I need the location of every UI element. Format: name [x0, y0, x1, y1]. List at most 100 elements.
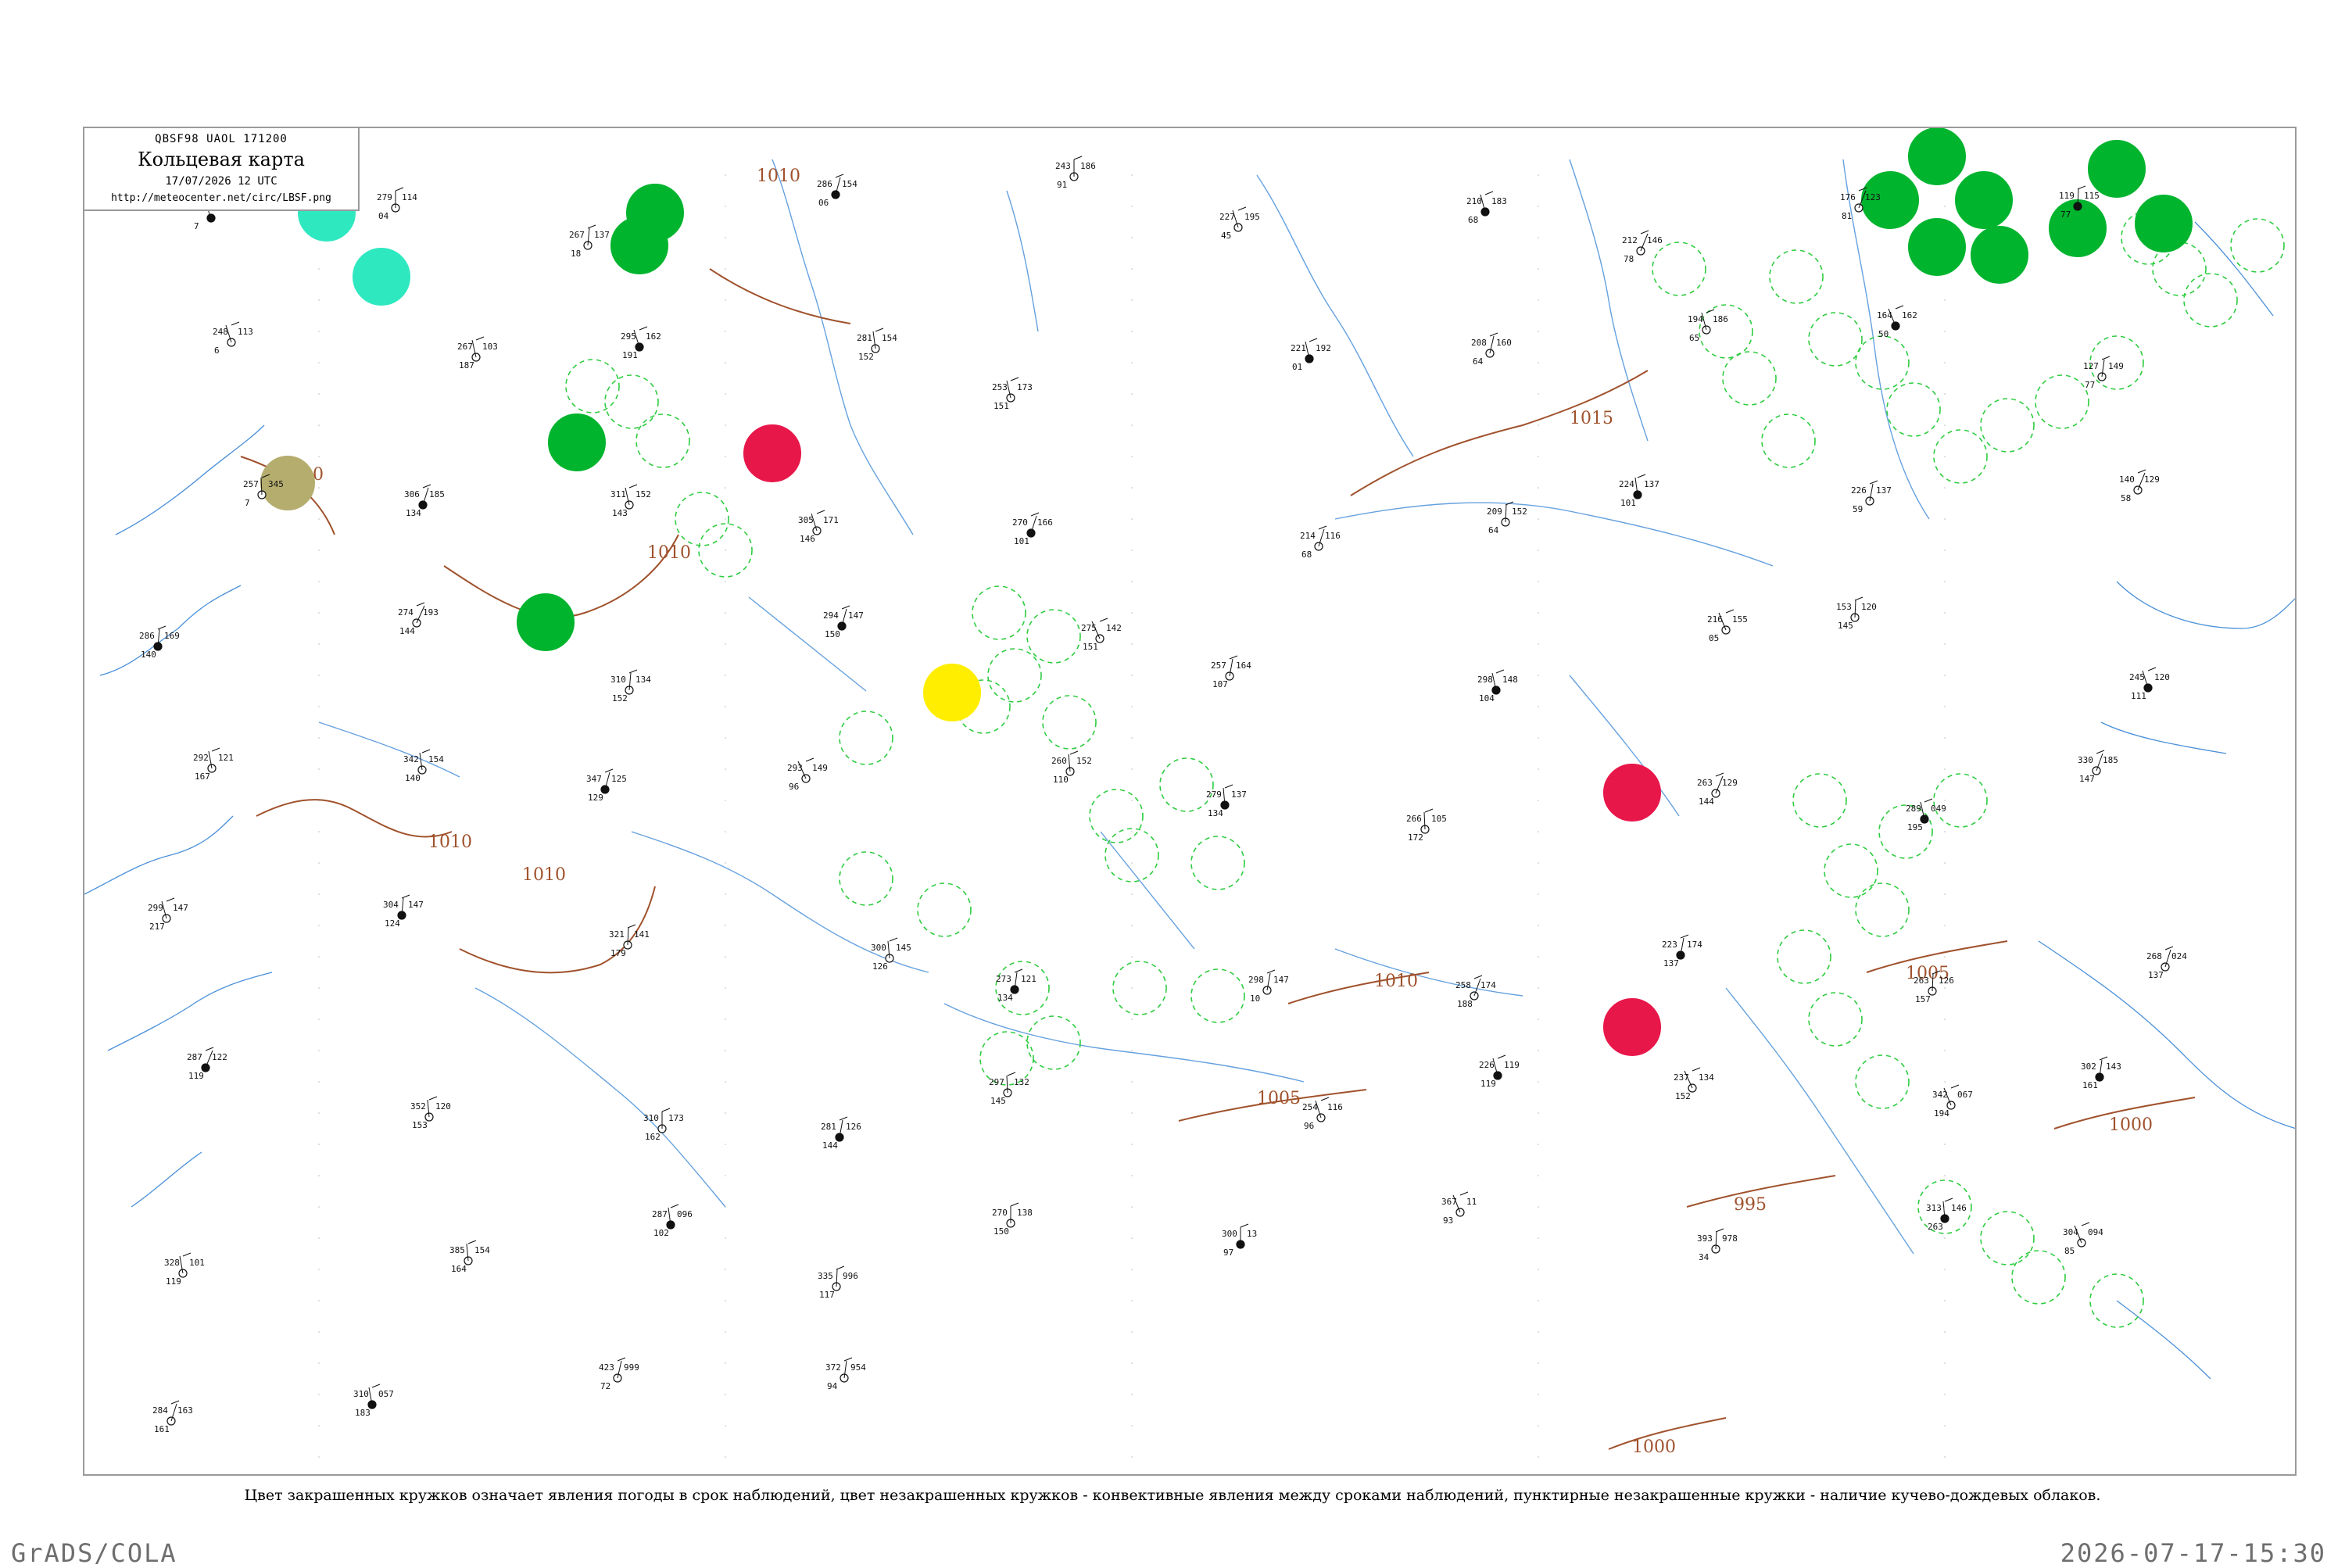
wind-feather-icon — [805, 757, 814, 762]
station-plot: 209 152 64 — [1487, 501, 1527, 535]
rain-mark-14 — [1908, 218, 1966, 276]
station-temperature: 298 — [1477, 675, 1493, 685]
station-dewpoint: 68 — [1301, 550, 1312, 560]
station-dewpoint: 68 — [1468, 215, 1478, 225]
graticule-dot — [1131, 768, 1133, 770]
station-plot: 275 142 151 — [1081, 618, 1122, 652]
graticule-dot — [1131, 456, 1133, 457]
station-temperature: 321 — [609, 929, 625, 940]
cb-ring-20 — [1855, 335, 1910, 390]
graticule-dot — [318, 893, 320, 895]
wind-feather-icon — [475, 336, 485, 341]
graticule-dot — [1538, 581, 1539, 582]
graticule-dot — [1538, 268, 1539, 270]
station-plot: 273 121 134 — [996, 968, 1036, 1003]
graticule-dot — [1944, 893, 1946, 895]
station-dewpoint: 102 — [653, 1228, 669, 1238]
graticule-dot — [725, 1456, 726, 1458]
station-pressure: 345 — [268, 479, 284, 489]
cb-ring-0 — [565, 359, 620, 413]
wind-feather-icon — [1069, 750, 1079, 755]
graticule-dot — [1538, 1331, 1539, 1333]
graticule-dot — [318, 1018, 320, 1020]
station-dewpoint: 217 — [149, 922, 165, 932]
rain-mark-2 — [548, 413, 606, 471]
station-dewpoint: 59 — [1853, 504, 1863, 514]
station-dewpoint: 85 — [2064, 1246, 2075, 1256]
station-pressure: 132 — [1014, 1077, 1029, 1087]
station-dewpoint: 50 — [1878, 329, 1889, 339]
station-dewpoint: 147 — [2079, 774, 2095, 784]
graticule-dot — [725, 581, 726, 582]
station-dewpoint: 93 — [1443, 1215, 1453, 1226]
station-dewpoint: 94 — [827, 1381, 838, 1391]
wind-feather-icon — [1497, 1054, 1506, 1059]
station-plot: 289 049 195 — [1906, 798, 1946, 832]
station-temperature: 214 — [1300, 531, 1316, 541]
station-plot: 299 147 217 — [148, 897, 188, 932]
graticule-dot — [1538, 675, 1539, 676]
station-temperature: 226 — [1479, 1060, 1495, 1070]
station-pressure: 120 — [435, 1101, 451, 1112]
wind-feather-icon — [2099, 1056, 2108, 1061]
graticule-dot — [1131, 487, 1133, 489]
station-dewpoint: 151 — [993, 401, 1009, 411]
graticule-dot — [318, 518, 320, 520]
isobar-label-7: 1005 — [1257, 1089, 1301, 1108]
graticule-dot — [1131, 268, 1133, 270]
wind-feather-icon — [1229, 655, 1238, 660]
graticule-dot — [1131, 1300, 1133, 1301]
graticule-dot — [318, 768, 320, 770]
cb-ring-39 — [1112, 961, 1167, 1015]
wind-feather-icon — [422, 484, 431, 489]
station-temperature: 310 — [353, 1389, 369, 1399]
cb-ring-16 — [1722, 351, 1777, 406]
wind-feather-icon — [1869, 480, 1878, 485]
station-temperature: 393 — [1697, 1233, 1713, 1244]
station-pressure: 154 — [882, 333, 897, 343]
station-pressure: 114 — [402, 192, 417, 202]
station-plot: 310 057 183 — [353, 1384, 394, 1418]
station-dewpoint: 110 — [1053, 775, 1069, 785]
graticule-dot — [1131, 800, 1133, 801]
graticule-dot — [725, 987, 726, 989]
station-pressure: 137 — [1644, 479, 1659, 489]
station-plot: 302 143 161 — [2081, 1056, 2121, 1090]
station-dewpoint: 164 — [451, 1264, 467, 1274]
station-plot: 304 147 124 — [383, 894, 424, 929]
graticule-dot — [318, 1362, 320, 1364]
station-dewpoint: 145 — [990, 1096, 1006, 1106]
station-plot: 274 193 144 — [398, 602, 439, 636]
station-pressure: 152 — [1076, 756, 1092, 766]
station-dewpoint: 126 — [872, 961, 888, 972]
station-pressure: 162 — [646, 331, 661, 342]
cb-ring-33 — [839, 711, 893, 765]
source-url[interactable]: http://meteocenter.net/circ/LBSF.png — [84, 192, 358, 204]
graticule-dot — [1538, 1237, 1539, 1239]
wind-feather-icon — [231, 321, 240, 326]
station-pressure: 126 — [1939, 976, 1954, 986]
graticule-dot — [1944, 737, 1946, 739]
wind-feather-icon — [371, 1384, 381, 1388]
station-pressure: 186 — [1713, 314, 1728, 324]
station-temperature: 270 — [1012, 517, 1028, 528]
station-pressure: 954 — [850, 1362, 866, 1373]
graticule-dot — [725, 331, 726, 332]
station-dewpoint: 143 — [612, 508, 628, 518]
graticule-dot — [1131, 643, 1133, 645]
cb-ring-34 — [839, 851, 893, 906]
station-temperature: 298 — [1248, 975, 1264, 985]
station-plot: 293 149 96 — [787, 757, 828, 792]
station-temperature: 304 — [2063, 1227, 2078, 1237]
station-temperature: 342 — [1932, 1090, 1948, 1100]
river-0 — [772, 159, 914, 535]
station-pressure: 138 — [1017, 1208, 1033, 1218]
station-temperature: 212 — [1622, 235, 1638, 245]
cb-ring-23 — [1980, 398, 2035, 453]
station-temperature: 302 — [2081, 1061, 2096, 1072]
station-plot: 330 185 147 — [2078, 750, 2118, 784]
wind-feather-icon — [1924, 798, 1933, 803]
station-plot: 335 996 117 — [818, 1265, 858, 1300]
station-pressure: 146 — [1951, 1203, 1967, 1213]
rain-mark-11 — [1908, 128, 1966, 185]
